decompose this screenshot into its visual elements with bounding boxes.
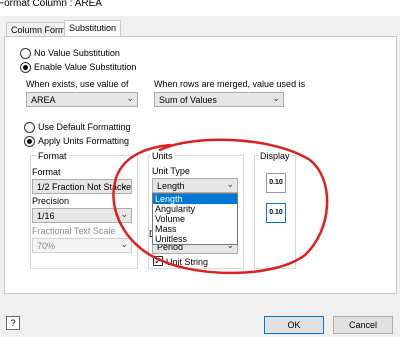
apply-units-radio[interactable] xyxy=(24,136,35,147)
tab-substitution[interactable]: Substitution xyxy=(64,20,122,37)
enable-substitution-radio[interactable] xyxy=(20,62,31,73)
enable-substitution-label: Enable Value Substitution xyxy=(34,62,137,72)
default-formatting-radio[interactable] xyxy=(24,122,35,133)
red-circle-annotation xyxy=(112,138,329,275)
format-group-title: Format xyxy=(36,151,69,161)
precision-label: Precision xyxy=(32,196,70,206)
chevron-down-icon: ⌄ xyxy=(272,93,280,103)
fractional-scale-value: 70% xyxy=(37,241,56,251)
ok-button[interactable]: OK xyxy=(264,316,324,334)
when-merged-label: When rows are merged, value used is xyxy=(154,79,306,89)
help-icon-glyph: ? xyxy=(10,318,16,328)
precision-value: 1/16 xyxy=(37,211,55,221)
when-exists-select[interactable]: AREA ⌄ xyxy=(26,92,138,107)
no-value-radio[interactable] xyxy=(20,48,31,59)
when-exists-value: AREA xyxy=(31,95,56,105)
when-merged-select[interactable]: Sum of Values ⌄ xyxy=(154,92,284,107)
cancel-button[interactable]: Cancel xyxy=(333,316,393,334)
ok-label: OK xyxy=(287,320,301,330)
help-icon[interactable]: ? xyxy=(6,316,20,330)
format-label: Format xyxy=(32,167,61,177)
annotation-stroke xyxy=(112,138,329,275)
window-title-bar: Format Column : AREA xyxy=(0,0,400,16)
when-exists-label: When exists, use value of xyxy=(26,79,129,89)
cancel-label: Cancel xyxy=(348,320,377,330)
chevron-down-icon: ⌄ xyxy=(126,93,134,103)
no-value-label: No Value Substitution xyxy=(34,48,120,58)
when-merged-value: Sum of Values xyxy=(159,95,217,105)
window-title: Format Column : AREA xyxy=(0,0,102,9)
tab-label: Substitution xyxy=(69,23,117,33)
